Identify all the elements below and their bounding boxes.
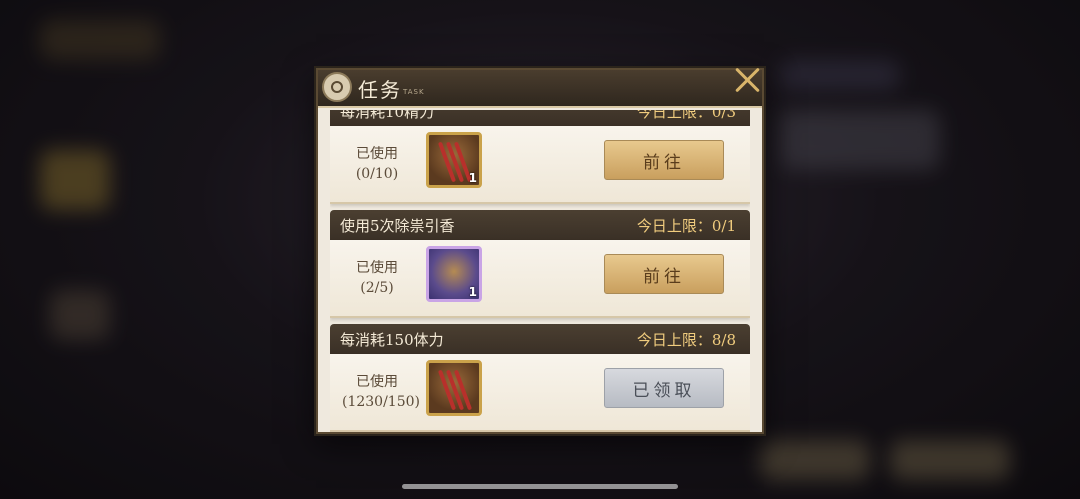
task-progress: 已使用 (0/10) [342,144,412,184]
dialog-subtitle: TASK [403,88,425,96]
task-item: 每消耗10精力 今日上限：0/3 已使用 (0/10) 1 前往 [330,110,750,206]
firecracker-bundle-icon[interactable] [426,360,482,416]
task-header: 每消耗10精力 今日上限：0/3 [330,110,750,126]
used-label: 已使用 [356,146,398,162]
item-count: 1 [468,171,477,185]
used-label: 已使用 [356,374,398,390]
used-value: (1230/150) [342,394,420,410]
go-button[interactable]: 前往 [604,140,724,180]
task-list[interactable]: 每消耗10精力 今日上限：0/3 已使用 (0/10) 1 前往 使用5次除祟引… [330,110,750,432]
claimed-button[interactable]: 已领取 [604,368,724,408]
task-header: 使用5次除祟引香 今日上限：0/1 [330,210,750,240]
dialog-title: 任务 [358,78,402,102]
task-daily-limit: 今日上限：8/8 [636,330,736,349]
lion-dance-icon[interactable]: 1 [426,246,482,302]
used-value: (2/5) [360,280,394,296]
used-value: (0/10) [355,166,399,182]
task-progress: 已使用 (2/5) [342,258,412,298]
task-name: 使用5次除祟引香 [340,216,455,235]
dialog-header: 任务 TASK [318,70,762,108]
task-daily-limit: 今日上限：0/3 [636,110,736,121]
task-body: 已使用 (1230/150) 已领取 [330,354,750,432]
item-count: 1 [468,285,477,299]
task-item: 每消耗150体力 今日上限：8/8 已使用 (1230/150) 已领取 [330,324,750,432]
task-name: 每消耗10精力 [340,110,435,121]
task-header: 每消耗150体力 今日上限：8/8 [330,324,750,354]
task-body: 已使用 (2/5) 1 前往 [330,240,750,318]
task-progress: 已使用 (1230/150) [342,372,420,412]
home-indicator[interactable] [402,484,678,489]
close-icon[interactable] [734,66,762,94]
task-emblem-icon [322,72,352,102]
used-label: 已使用 [356,260,398,276]
task-item: 使用5次除祟引香 今日上限：0/1 已使用 (2/5) 1 前往 [330,210,750,320]
task-daily-limit: 今日上限：0/1 [636,216,736,235]
firecracker-bundle-icon[interactable]: 1 [426,132,482,188]
task-name: 每消耗150体力 [340,330,444,349]
go-button[interactable]: 前往 [604,254,724,294]
task-body: 已使用 (0/10) 1 前往 [330,126,750,204]
task-dialog: 任务 TASK 每消耗10精力 今日上限：0/3 已使用 (0/10) 1 前往… [316,68,764,434]
